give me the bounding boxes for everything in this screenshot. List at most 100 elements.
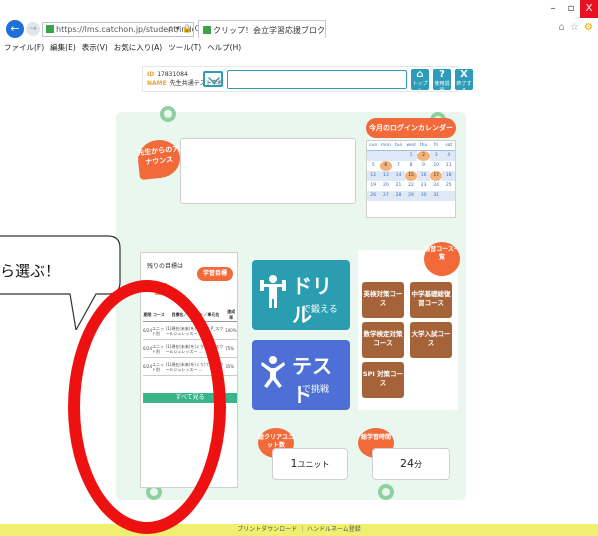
address-tools[interactable]: ρ ▾ 🔒 C	[168, 24, 200, 33]
calendar-weekday: sun	[367, 141, 380, 151]
help-button[interactable]: ? 使用説明	[433, 69, 451, 94]
calendar-day: 27	[379, 191, 393, 201]
close-button[interactable]: X	[580, 0, 598, 18]
course-spi-button[interactable]: SPI 対策コース	[362, 362, 404, 398]
name-label: NAME	[147, 80, 167, 87]
calendar-day: 11	[445, 163, 452, 168]
menu-bar: ファイル(F) 編集(E) 表示(V) お気に入り(A) ツール(T) ヘルプ(…	[4, 42, 241, 53]
id-label: ID	[147, 71, 155, 78]
calendar-day: 1	[404, 151, 418, 161]
message-bar	[227, 70, 407, 89]
course-junior-high-button[interactable]: 中学基礎総復習コース	[410, 282, 452, 318]
calendar-day: 23	[420, 183, 427, 188]
calendar-day	[392, 151, 405, 161]
drill-sub-label: で鍛える	[302, 305, 338, 315]
calendar-week: 12 13 14 15 16 17 18	[367, 171, 456, 181]
site-header: ID 17831084 NAME 先生共通テスト学校 ⌂ トップへ ? 使用説明 X 終了…	[142, 66, 473, 94]
login-calendar: sun mon tue wed thu fri sat 1 2 3 4 5 6 7 8 9 10 11 12 13 1…	[366, 140, 456, 218]
menu-tools[interactable]: ツール(T)	[168, 42, 201, 53]
maximize-button[interactable]: ▫	[562, 0, 580, 18]
cleared-units-unit: ユニット	[297, 460, 330, 469]
calendar-weekday: wed	[404, 141, 418, 151]
calendar-day: 18	[442, 171, 456, 181]
calendar-day	[379, 151, 393, 161]
calendar-day: 10	[433, 163, 440, 168]
back-button[interactable]: ←	[6, 20, 24, 38]
study-goal-badge[interactable]: 学習目標	[197, 267, 233, 281]
red-circle-annotation	[68, 280, 226, 534]
menu-file[interactable]: ファイル(F)	[4, 42, 44, 53]
exit-label: 終了する	[456, 81, 472, 94]
calendar-day: 3	[429, 151, 443, 161]
calendar-day: 8	[409, 163, 413, 168]
settings-gear-icon[interactable]: ⚙	[584, 22, 594, 33]
minimize-button[interactable]: –	[544, 0, 562, 18]
goals-cell-rate: 35%	[225, 357, 237, 376]
footer-bar[interactable]: プリントダウンロード ｜ ハンドルネーム登録	[0, 524, 598, 536]
test-button[interactable]: テスト で挑戦	[252, 340, 350, 410]
calendar-day: 2	[417, 151, 430, 161]
calendar-day	[442, 191, 456, 201]
calendar-weekday: sat	[442, 141, 456, 151]
calendar-days: 1 2 3 4 5 6 7 8 9 10 11 12 13 14 15 16 17 18 19 20 21 22 23 24 2…	[367, 151, 456, 201]
browser-chrome: ← → https://lms.catchon.jp/student/index…	[0, 0, 598, 62]
calendar-day: 6	[379, 161, 393, 171]
site-favicon-icon	[46, 25, 54, 33]
login-calendar-title: 今月のログインカレンダー	[366, 118, 456, 138]
calendar-day: 28	[392, 191, 405, 201]
calendar-week: 5 6 7 8 9 10 11	[367, 161, 455, 171]
calendar-day: 30	[417, 191, 430, 201]
goals-column-header: 達成率	[225, 309, 237, 322]
top-page-button[interactable]: ⌂ トップへ	[411, 69, 429, 94]
calendar-day: 15	[404, 171, 418, 181]
calendar-day: 5	[371, 163, 375, 168]
dumbbell-person-icon	[260, 275, 286, 308]
drill-button[interactable]: ドリル で鍛える	[252, 260, 350, 330]
calendar-day: 29	[404, 191, 418, 201]
cleared-units-value: 1	[290, 457, 298, 470]
calendar-day: 12	[367, 171, 380, 181]
calendar-weekday: tue	[392, 141, 405, 151]
test-label: テスト	[292, 354, 332, 407]
cleared-units-box: 1ユニット	[272, 448, 348, 480]
total-time-box: 24分	[372, 448, 450, 480]
browser-tab[interactable]: クリップ！会立学習応援ブロク... ×	[198, 20, 326, 38]
user-id: 17831084	[157, 71, 188, 78]
calendar-day: 17	[429, 171, 443, 181]
menu-edit[interactable]: 編集(E)	[50, 42, 76, 53]
calendar-week: 1234	[367, 151, 456, 161]
calendar-day: 20	[383, 183, 389, 188]
favorites-star-icon[interactable]: ☆	[570, 22, 580, 33]
calendar-day: 14	[392, 171, 405, 181]
tab-favicon-icon	[203, 26, 211, 34]
menu-help[interactable]: ヘルプ(H)	[207, 42, 241, 53]
window-controls: – ▫ X	[544, 0, 598, 18]
calendar-day: 19	[370, 183, 377, 188]
calendar-week: 26 27 28 29 30 31	[367, 191, 456, 201]
teacher-announcement-box	[180, 138, 356, 204]
exit-x-icon: X	[460, 69, 468, 80]
calendar-day: 21	[395, 183, 402, 188]
menu-view[interactable]: 表示(V)	[82, 42, 108, 53]
question-icon: ?	[439, 69, 445, 80]
calendar-day: 31	[429, 191, 443, 201]
calendar-week: 19 20 21 22 23 24 25	[367, 181, 455, 191]
calendar-day: 16	[417, 171, 430, 181]
mail-icon[interactable]	[203, 71, 223, 87]
home-icon[interactable]: ⌂	[558, 22, 565, 33]
course-list-title: 通習コース一覧	[424, 242, 460, 276]
course-math-test-button[interactable]: 数学検定対策コース	[362, 322, 404, 358]
calendar-day: 22	[408, 183, 414, 188]
course-eiken-button[interactable]: 英検対策コース	[362, 282, 404, 318]
calendar-day: 9	[422, 163, 426, 168]
drill-label: ドリル	[292, 274, 332, 327]
remaining-goals-title: 残りの目標は	[147, 263, 184, 270]
total-time-unit: 分	[414, 460, 422, 469]
exit-button[interactable]: X 終了する	[455, 69, 473, 94]
gear-decoration-icon	[160, 106, 176, 122]
course-university-button[interactable]: 大学入試コース	[410, 322, 452, 358]
forward-button[interactable]: →	[26, 22, 40, 36]
menu-favorites[interactable]: お気に入り(A)	[114, 42, 162, 53]
help-label: 使用説明	[434, 81, 450, 94]
speech-bubble-text: ら選ぶ！	[0, 262, 61, 280]
